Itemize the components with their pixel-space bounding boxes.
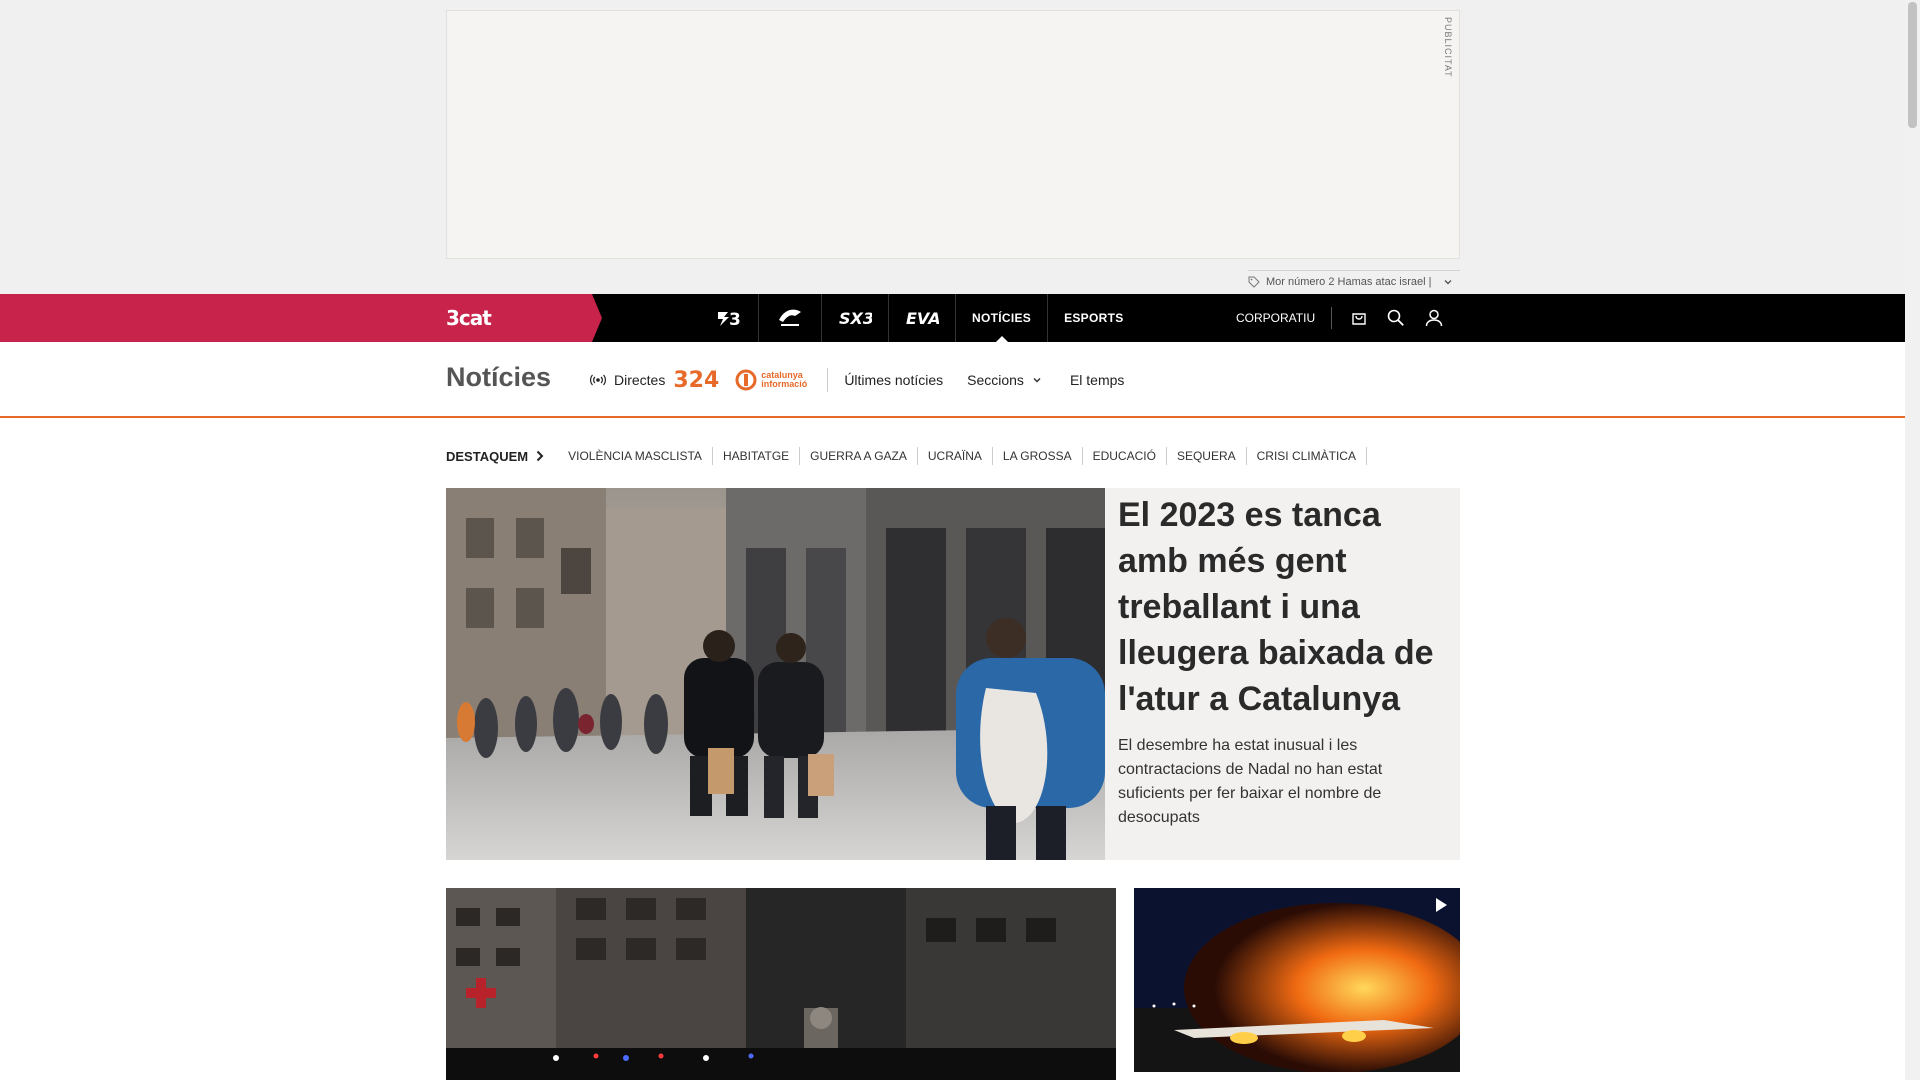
video-play-button[interactable] bbox=[1432, 896, 1450, 919]
hero-article[interactable]: El 2023 es tanca amb més gent treballant… bbox=[446, 488, 1460, 860]
ad-tag: PUBLICITAT bbox=[1443, 17, 1453, 78]
channel-esports[interactable]: ESPORTS bbox=[1048, 294, 1139, 342]
plane-fire-photo bbox=[1134, 888, 1460, 1072]
highlights-title[interactable]: DESTAQUEM bbox=[446, 449, 544, 464]
channel-noticies[interactable]: NOTÍCIES bbox=[956, 294, 1049, 342]
tv3-logo-icon: 3 bbox=[718, 310, 741, 328]
logo-catalunya-informacio[interactable]: catalunya informació bbox=[735, 369, 807, 391]
hero-image[interactable] bbox=[446, 488, 1105, 860]
sx3-logo-icon: SX3 bbox=[839, 309, 872, 327]
top-nav: 3cat 3 SX3 EVA NOTÍCIES ESPORTS CORPORAT… bbox=[0, 294, 1905, 342]
live-label: Directes bbox=[614, 372, 666, 388]
highlight-item[interactable]: SEQUERA bbox=[1167, 447, 1247, 465]
shopping-bag-icon[interactable] bbox=[1350, 309, 1368, 327]
ad-banner[interactable]: PUBLICITAT bbox=[446, 10, 1460, 259]
highlights-title-label: DESTAQUEM bbox=[446, 448, 529, 464]
channel-sx3[interactable]: SX3 bbox=[822, 294, 889, 342]
section-title[interactable]: Notícies bbox=[446, 362, 551, 393]
highlight-item[interactable]: HABITATGE bbox=[713, 447, 801, 465]
tag-icon bbox=[1248, 276, 1260, 288]
chevron-down-icon bbox=[1033, 377, 1041, 383]
highlight-item[interactable]: EDUCACIÓ bbox=[1083, 447, 1167, 465]
sections-label: Seccions bbox=[967, 372, 1024, 388]
ad-footer[interactable]: Mor número 2 Hamas atac israel | bbox=[1248, 270, 1460, 292]
hero-title[interactable]: El 2023 es tanca amb més gent treballant… bbox=[1118, 492, 1448, 722]
broadcast-icon bbox=[590, 374, 606, 386]
ad-zone: PUBLICITAT Mor número 2 Hamas atac israe… bbox=[0, 0, 1905, 294]
chevron-down-icon[interactable] bbox=[1443, 277, 1453, 287]
channel-tv3[interactable]: 3 bbox=[700, 294, 759, 342]
weather-link[interactable]: El temps bbox=[1070, 372, 1124, 388]
scrollbar[interactable] bbox=[1905, 0, 1920, 1080]
catradio-logo-icon bbox=[779, 309, 801, 326]
divider bbox=[827, 368, 829, 392]
eva-logo-icon: EVA bbox=[906, 309, 939, 327]
user-icon[interactable] bbox=[1424, 308, 1444, 328]
latest-news-link[interactable]: Últimes notícies bbox=[844, 372, 943, 388]
ci-logo-line2: informació bbox=[761, 379, 808, 389]
top-right-tools: CORPORATIU bbox=[1236, 294, 1444, 342]
chevron-right-icon bbox=[536, 450, 544, 462]
svg-text:3: 3 bbox=[729, 310, 741, 328]
live-link[interactable]: Directes bbox=[590, 372, 665, 388]
section-header: Notícies Directes 324 catalunya informac… bbox=[0, 342, 1905, 418]
channel-catradio[interactable] bbox=[759, 294, 822, 342]
channel-noticies-label: NOTÍCIES bbox=[972, 311, 1032, 325]
news-card-video[interactable] bbox=[1134, 888, 1460, 1072]
highlights-bar: DESTAQUEM VIOLÈNCIA MASCLISTA HABITATGE … bbox=[446, 446, 1367, 466]
brand-zone: 3cat bbox=[0, 294, 602, 342]
svg-text:EVA: EVA bbox=[906, 309, 939, 327]
brand-logo[interactable]: 3cat bbox=[446, 306, 492, 330]
ad-footer-text: Mor número 2 Hamas atac israel | bbox=[1266, 275, 1432, 288]
ci-logo-icon bbox=[735, 369, 757, 391]
hero-subtitle: El desembre ha estat inusual i les contr… bbox=[1118, 737, 1383, 826]
scrollbar-thumb[interactable] bbox=[1908, 2, 1917, 128]
section-nav: Directes 324 catalunya informació Últime… bbox=[590, 362, 1148, 398]
highlight-item[interactable]: LA GROSSA bbox=[993, 447, 1083, 465]
news-card-image[interactable] bbox=[446, 888, 1116, 1080]
highlight-item[interactable]: UCRAÏNA bbox=[918, 447, 993, 465]
channel-eva[interactable]: EVA bbox=[889, 294, 956, 342]
highlight-item[interactable]: CRISI CLIMÀTICA bbox=[1247, 447, 1367, 465]
night-street-photo bbox=[446, 888, 1116, 1080]
hero-text: El 2023 es tanca amb més gent treballant… bbox=[1118, 492, 1448, 830]
page: PUBLICITAT Mor número 2 Hamas atac israe… bbox=[0, 0, 1905, 1080]
channel-nav: 3 SX3 EVA NOTÍCIES ESPORTS bbox=[700, 294, 1140, 342]
play-icon bbox=[1436, 898, 1447, 912]
svg-text:SX3: SX3 bbox=[839, 309, 872, 327]
highlight-item[interactable]: GUERRA A GAZA bbox=[800, 447, 918, 465]
search-icon[interactable] bbox=[1386, 308, 1406, 328]
ci-logo-text: catalunya informació bbox=[761, 371, 807, 389]
logo-324-text: 324 bbox=[673, 367, 720, 393]
channel-esports-label: ESPORTS bbox=[1064, 311, 1124, 325]
corporatiu-link[interactable]: CORPORATIU bbox=[1236, 307, 1333, 329]
highlight-item[interactable]: VIOLÈNCIA MASCLISTA bbox=[558, 447, 713, 465]
street-photo bbox=[446, 488, 1105, 860]
sections-dropdown[interactable]: Seccions bbox=[967, 372, 1042, 388]
logo-324[interactable]: 324 bbox=[673, 368, 719, 393]
